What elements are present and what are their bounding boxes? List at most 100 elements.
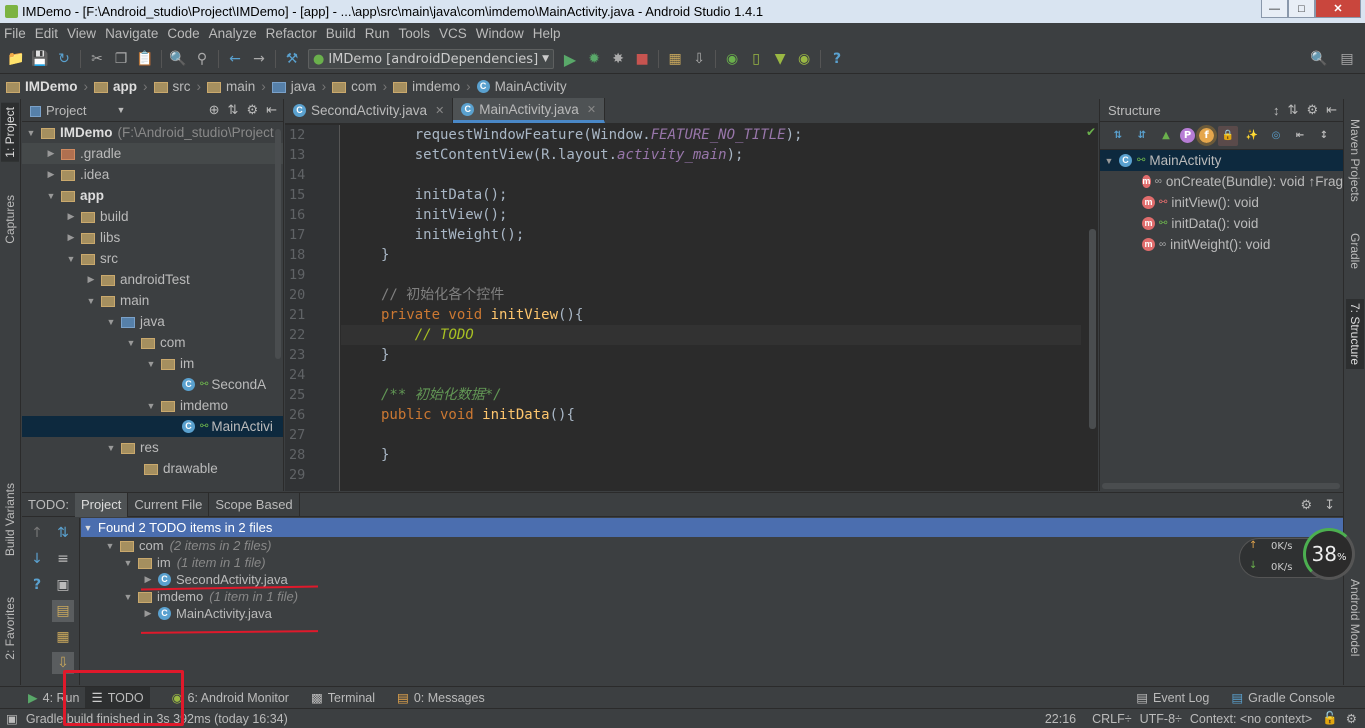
android-device-monitor-icon[interactable]: ◉	[794, 49, 814, 69]
android-model-tool-tab[interactable]: Android Model	[1346, 575, 1364, 660]
todo-tab-project[interactable]: Project	[74, 492, 129, 517]
tree-node-build[interactable]: ▶ build	[22, 206, 283, 227]
make-project-icon[interactable]: ⚒	[282, 49, 302, 69]
tree-node-res[interactable]: ▼ res	[22, 437, 283, 458]
file-encoding[interactable]: UTF-8÷	[1140, 712, 1182, 726]
lock-icon[interactable]: 🔓	[1322, 711, 1338, 726]
autoscroll-to-source-icon[interactable]: ▣	[52, 574, 74, 596]
avd-manager-icon[interactable]: ▯	[746, 49, 766, 69]
collapse-all-icon[interactable]: ⇅	[1288, 102, 1299, 118]
tree-node-im[interactable]: ▼ im	[22, 353, 283, 374]
cut-icon[interactable]: ✂	[87, 49, 107, 69]
gradle-tool-tab[interactable]: Gradle	[1346, 229, 1364, 273]
run-icon[interactable]: ▶	[560, 49, 580, 69]
next-todo-icon[interactable]: ↓	[26, 548, 48, 570]
show-inherited-icon[interactable]: ▲	[1156, 126, 1176, 146]
menu-tools[interactable]: Tools	[395, 26, 435, 41]
run-config-select[interactable]: ● IMDemo [androidDependencies] ▼	[308, 49, 555, 69]
layout-toggle-icon[interactable]: ▣	[6, 711, 18, 726]
menu-run[interactable]: Run	[361, 26, 394, 41]
group-by-packages-icon[interactable]: ▦	[52, 626, 74, 648]
todo-tab-current-file[interactable]: Current File	[128, 492, 210, 517]
hide-icon[interactable]: ↧	[1324, 497, 1335, 513]
tree-node-root[interactable]: ▼ IMDemo (F:\Android_studio\Project	[22, 122, 283, 143]
expand-all-icon[interactable]: ⇅	[52, 522, 74, 544]
show-non-public-icon[interactable]: 🔒	[1218, 125, 1238, 146]
maven-projects-tool-tab[interactable]: Maven Projects	[1346, 115, 1364, 206]
favorites-tool-tab[interactable]: 2: Favorites	[1, 593, 19, 664]
search-everywhere-icon[interactable]: 🔍	[1309, 49, 1329, 69]
tree-node-main[interactable]: ▼ main	[22, 290, 283, 311]
menu-view[interactable]: View	[63, 26, 100, 41]
gear-icon[interactable]: ⚙	[1300, 497, 1312, 513]
expand-all-icon[interactable]: ↕	[1314, 126, 1334, 146]
show-fields-icon[interactable]: f	[1196, 125, 1217, 146]
structure-member[interactable]: m ∞ onCreate(Bundle): void ↑Frag	[1100, 171, 1343, 192]
autoscroll-from-source-icon[interactable]: ⇤	[1290, 126, 1310, 146]
inspector-icon[interactable]: ⚙	[1346, 711, 1357, 726]
tree-node-java[interactable]: ▼ java	[22, 311, 283, 332]
chevron-down-icon[interactable]: ▼	[116, 105, 125, 115]
tab-secondactivity[interactable]: C SecondActivity.java ✕	[285, 98, 454, 123]
replace-icon[interactable]: ⚲	[192, 49, 212, 69]
gear-icon[interactable]: ⚙	[1306, 102, 1318, 118]
captures-tool-tab[interactable]: Captures	[1, 191, 19, 248]
find-icon[interactable]: 🔍	[168, 49, 188, 69]
line-separator[interactable]: CRLF÷	[1092, 712, 1132, 726]
hide-icon[interactable]: ⇤	[1326, 102, 1337, 118]
group-by-modules-icon[interactable]: ▤	[52, 600, 74, 622]
project-tool-tab[interactable]: 1: Project	[1, 103, 19, 162]
gear-icon[interactable]: ⚙	[246, 102, 258, 118]
close-tab-icon[interactable]: ✕	[587, 103, 596, 116]
show-lambdas-icon[interactable]: ✨	[1242, 126, 1262, 146]
tree-node-mainactivity[interactable]: C ⚯ MainActivi	[22, 416, 283, 437]
android-monitor-tool-button[interactable]: ◉ 6: Android Monitor	[172, 690, 289, 706]
terminal-tool-button[interactable]: ▩ Terminal	[311, 690, 375, 706]
menu-build[interactable]: Build	[322, 26, 360, 41]
todo-summary-row[interactable]: ▼ Found 2 TODO items in 2 files	[81, 518, 1343, 537]
debug-icon[interactable]: ✹	[584, 49, 604, 69]
tree-node-libs[interactable]: ▶ libs	[22, 227, 283, 248]
menu-vcs[interactable]: VCS	[435, 26, 471, 41]
menu-navigate[interactable]: Navigate	[101, 26, 162, 41]
todo-node-im[interactable]: ▼ im (1 item in 1 file)	[81, 554, 1343, 571]
breadcrumb-imdemo[interactable]: IMDemo ›	[6, 79, 88, 94]
project-structure-icon[interactable]: ▦	[665, 49, 685, 69]
tree-node-gradle[interactable]: ▶ .gradle	[22, 143, 283, 164]
structure-hscrollbar[interactable]	[1102, 483, 1340, 489]
menu-analyze[interactable]: Analyze	[205, 26, 261, 41]
todo-node-imdemo[interactable]: ▼ imdemo (1 item in 1 file)	[81, 588, 1343, 605]
scrollbar-thumb[interactable]	[1089, 229, 1096, 429]
forward-icon[interactable]: →	[249, 49, 269, 69]
sdk-manager-icon[interactable]: ⇩	[689, 49, 709, 69]
tree-node-idea[interactable]: ▶ .idea	[22, 164, 283, 185]
sort-alphabetically-icon[interactable]: ⇵	[1132, 126, 1152, 146]
tree-node-drawable[interactable]: drawable	[22, 458, 283, 479]
close-tab-icon[interactable]: ✕	[435, 104, 444, 117]
editor-scrollbar[interactable]: ✔	[1086, 125, 1098, 491]
sort-icon[interactable]: ↕	[1273, 103, 1280, 118]
breadcrumb-java[interactable]: java ›	[271, 79, 326, 94]
menu-refactor[interactable]: Refactor	[262, 26, 321, 41]
structure-member[interactable]: m ⚯ initView(): void	[1100, 192, 1343, 213]
maximize-button[interactable]: □	[1288, 0, 1315, 18]
copy-icon[interactable]: ❐	[111, 49, 131, 69]
event-log-tool-button[interactable]: ▤ Event Log	[1136, 690, 1209, 706]
sdk-icon[interactable]: ▼	[770, 49, 790, 69]
help-icon[interactable]: ?	[827, 49, 847, 69]
tree-node-imdemo[interactable]: ▼ imdemo	[22, 395, 283, 416]
project-scrollbar[interactable]	[275, 129, 281, 359]
structure-member[interactable]: m ⚯ initData(): void	[1100, 213, 1343, 234]
sync-icon[interactable]: ↻	[54, 49, 74, 69]
menu-window[interactable]: Window	[472, 26, 528, 41]
project-panel-title[interactable]: Project	[46, 103, 86, 118]
breadcrumb-mainactivity[interactable]: C MainActivity	[476, 79, 567, 94]
structure-member[interactable]: m ∞ initWeight(): void	[1100, 234, 1343, 255]
breadcrumb-imdemo-package[interactable]: imdemo ›	[393, 79, 471, 94]
stop-icon[interactable]: ■	[632, 49, 652, 69]
collapse-all-icon[interactable]: ≡	[52, 548, 74, 570]
paste-icon[interactable]: 📋	[135, 49, 155, 69]
sort-by-visibility-icon[interactable]: ⇅	[1108, 126, 1128, 146]
breadcrumb-src[interactable]: src ›	[153, 79, 201, 94]
messages-tool-button[interactable]: ▤ 0: Messages	[397, 690, 485, 706]
